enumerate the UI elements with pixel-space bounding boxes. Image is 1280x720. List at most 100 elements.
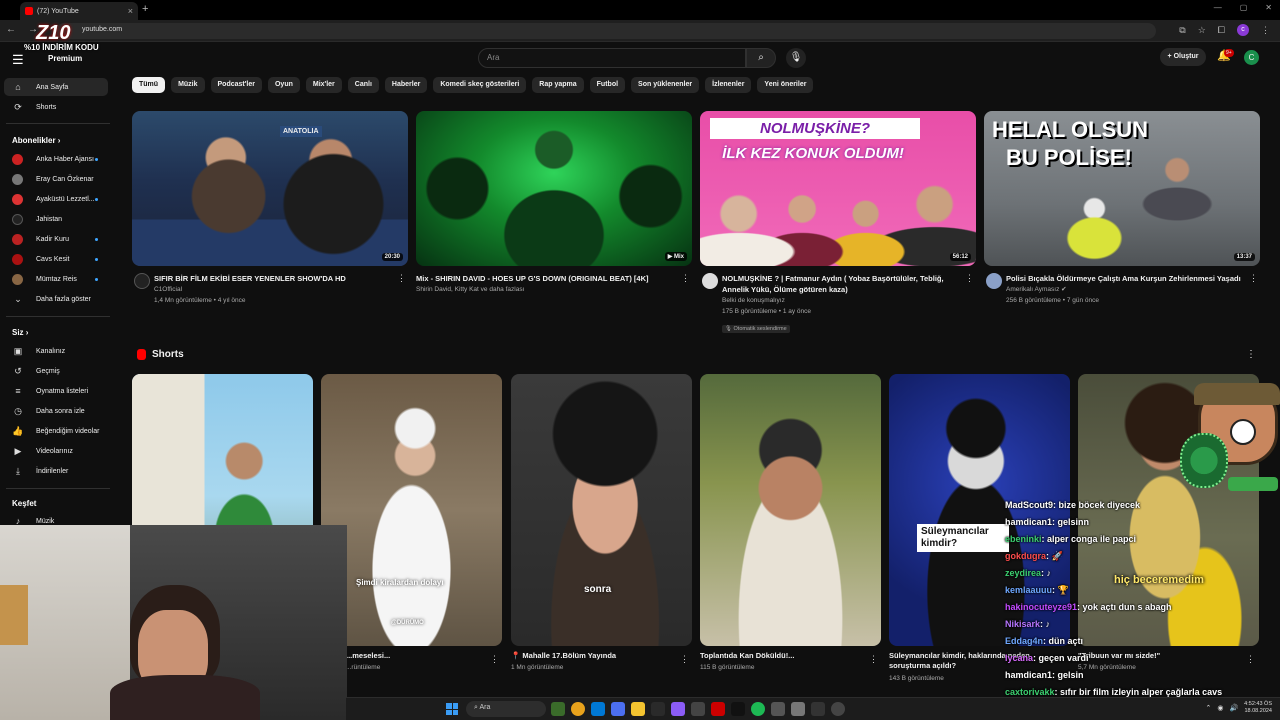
short-thumbnail[interactable]: sonra (511, 374, 692, 646)
voice-search-button[interactable]: 🎙 (786, 48, 806, 68)
channel-name[interactable]: Belki de konuşmalıyız (722, 295, 976, 306)
sidebar-item-watch-later[interactable]: ◷ Daha sonra izle (4, 402, 108, 420)
video-card[interactable]: ANATOLIA 20:30 SIFIR BİR FİLM EKİBİ ESER… (132, 111, 408, 306)
account-avatar[interactable]: C (1244, 50, 1259, 65)
more-actions-icon[interactable]: ⋮ (869, 654, 878, 665)
app-icon[interactable] (711, 702, 725, 716)
browser-tab[interactable]: (72) YouTube × (20, 2, 138, 20)
video-title[interactable]: Polisi Bıçakla Öldürmeye Çalıştı Ama Kur… (1006, 273, 1260, 284)
wifi-icon[interactable]: ◉ (1217, 704, 1223, 712)
spotify-icon[interactable] (751, 702, 765, 716)
extensions-icon[interactable]: ⧠ (1218, 25, 1225, 36)
url-field[interactable]: youtube.com (56, 23, 1156, 39)
video-card[interactable]: ▶ Mix Mix - SHIRIN DAVID - HOES UP G'S D… (416, 111, 692, 295)
sidebar-item-channel[interactable]: Cavs Kesit (4, 250, 108, 268)
app-icon[interactable] (551, 702, 565, 716)
video-thumbnail[interactable]: NOLMUŞKİNE? İLK KEZ KONUK OLDUM! 56:12 (700, 111, 976, 266)
sidebar-item-shorts[interactable]: ⟳ Shorts (4, 98, 108, 116)
sidebar-item-downloads[interactable]: ⤓ İndirilenler (4, 462, 108, 480)
create-button[interactable]: + Oluştur (1160, 48, 1206, 66)
close-window-icon[interactable]: ✕ (1265, 3, 1272, 12)
sidebar-item-history[interactable]: ↺ Geçmiş (4, 362, 108, 380)
sidebar-item-your-channel[interactable]: ▣ Kanalınız (4, 342, 108, 360)
channel-name[interactable]: Shirin David, Kitty Kat ve daha fazlası (416, 284, 692, 295)
chip[interactable]: Yeni öneriler (757, 77, 814, 93)
app-icon[interactable] (691, 702, 705, 716)
video-thumbnail[interactable]: ▶ Mix (416, 111, 692, 266)
more-actions-icon[interactable]: ⋮ (965, 273, 974, 284)
chip[interactable]: Tümü (132, 77, 166, 93)
taskbar-search[interactable]: ⌕ Ara (466, 701, 546, 717)
app-icon[interactable] (771, 702, 785, 716)
search-input[interactable]: Ara (478, 48, 746, 68)
you-heading[interactable]: Siz › (12, 328, 28, 337)
chip[interactable]: Podcast'ler (210, 77, 262, 93)
short-thumbnail[interactable]: Şimdi kiralardan dolayı @DÜRÜMO (321, 374, 502, 646)
app-icon[interactable] (651, 702, 665, 716)
video-thumbnail[interactable]: HELAL OLSUN BU POLİSE! 13:37 (984, 111, 1260, 266)
short-title[interactable]: ...meselesi... (346, 651, 390, 661)
sidebar-item-playlists[interactable]: ≡ Oynatma listeleri (4, 382, 108, 400)
minimize-icon[interactable]: — (1214, 3, 1222, 12)
search-button[interactable]: ⌕ (746, 48, 776, 68)
more-actions-icon[interactable]: ⋮ (490, 654, 499, 665)
chip[interactable]: Futbol (589, 77, 626, 93)
chip[interactable]: Canlı (347, 77, 379, 93)
channel-avatar[interactable] (134, 273, 150, 289)
short-thumbnail[interactable] (700, 374, 881, 646)
chip[interactable]: Rap yapma (532, 77, 584, 93)
sidebar-item-channel[interactable]: Mümtaz Reis (4, 270, 108, 288)
discord-icon[interactable] (671, 702, 685, 716)
chip[interactable]: Komedi skeç gösterileri (433, 77, 527, 93)
chip[interactable]: Haberler (384, 77, 428, 93)
subscriptions-heading[interactable]: Abonelikler › (12, 136, 60, 145)
sidebar-item-your-videos[interactable]: ▶ Videolarınız (4, 442, 108, 460)
cast-icon[interactable]: ⧉ (1179, 25, 1185, 36)
clock[interactable]: 4:52:43 ÖS 18.08.2024 (1244, 701, 1272, 715)
shorts-more-icon[interactable]: ⋮ (1246, 349, 1256, 360)
video-card[interactable]: NOLMUŞKİNE? İLK KEZ KONUK OLDUM! 56:12 N… (700, 111, 976, 335)
chip[interactable]: Mix'ler (305, 77, 342, 93)
profile-avatar[interactable]: c (1237, 24, 1249, 36)
app-icon[interactable] (731, 702, 745, 716)
more-actions-icon[interactable]: ⋮ (397, 273, 406, 284)
chevron-up-icon[interactable]: ⌃ (1205, 704, 1211, 712)
chrome-icon[interactable] (571, 702, 585, 716)
sidebar-item-liked[interactable]: 👍 Beğendiğim videolar (4, 422, 108, 440)
back-icon[interactable]: ← (6, 24, 16, 35)
maximize-icon[interactable]: ▢ (1240, 3, 1248, 12)
sidebar-item-channel[interactable]: Jahistan (4, 210, 108, 228)
chip[interactable]: Son yüklenenler (631, 77, 700, 93)
show-more-button[interactable]: ⌄ Daha fazla göster (4, 290, 108, 308)
sidebar-item-channel[interactable]: Eray Can Özkenar (4, 170, 108, 188)
new-tab-icon[interactable]: + (142, 3, 148, 15)
video-thumbnail[interactable]: ANATOLIA 20:30 (132, 111, 408, 266)
more-actions-icon[interactable]: ⋮ (681, 273, 690, 284)
short-title[interactable]: 📍 Mahalle 17.Bölüm Yayında (511, 651, 616, 661)
chip[interactable]: İzlenenler (705, 77, 752, 93)
close-tab-icon[interactable]: × (128, 6, 133, 16)
sidebar-item-home[interactable]: ⌂ Ana Sayfa (4, 78, 108, 96)
volume-icon[interactable]: 🔊 (1229, 704, 1238, 712)
sidebar-item-channel[interactable]: Kadir Kuru (4, 230, 108, 248)
bookmark-star-icon[interactable]: ☆ (1198, 25, 1206, 36)
file-explorer-icon[interactable] (631, 702, 645, 716)
app-icon[interactable] (791, 702, 805, 716)
hamburger-menu-icon[interactable]: ☰ (12, 52, 24, 68)
obs-icon[interactable] (831, 702, 845, 716)
video-title[interactable]: NOLMUŞKİNE ? | Fatmanur Aydın ( Yobaz Ba… (722, 273, 976, 295)
chip[interactable]: Müzik (171, 77, 205, 93)
more-actions-icon[interactable]: ⋮ (1246, 654, 1255, 665)
video-title[interactable]: Mix - SHIRIN DAVID - HOES UP G'S DOWN (O… (416, 273, 692, 284)
app-icon[interactable] (811, 702, 825, 716)
short-title[interactable]: "Tribuun var mı sizde!" (1078, 651, 1160, 661)
browser-menu-icon[interactable]: ⋮ (1261, 25, 1270, 36)
app-icon[interactable] (611, 702, 625, 716)
channel-avatar[interactable] (986, 273, 1002, 289)
short-title[interactable]: Toplantıda Kan Döküldü!... (700, 651, 794, 661)
windows-start-icon[interactable] (446, 703, 458, 715)
more-actions-icon[interactable]: ⋮ (680, 654, 689, 665)
sidebar-item-channel[interactable]: Anka Haber Ajansı (4, 150, 108, 168)
video-card[interactable]: HELAL OLSUN BU POLİSE! 13:37 Polisi Bıça… (984, 111, 1260, 306)
video-title[interactable]: SIFIR BİR FİLM EKİBİ ESER YENENLER SHOW'… (154, 273, 408, 284)
